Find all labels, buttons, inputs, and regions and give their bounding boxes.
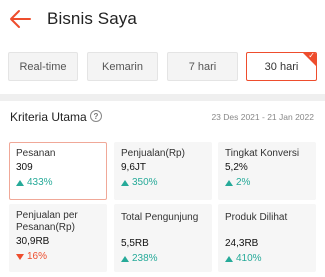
metric-value: 309 <box>16 162 33 173</box>
metric-label: Total Pengunjung <box>121 212 199 223</box>
metric-change: 2% <box>225 177 316 189</box>
metric-card-product-views[interactable]: Produk Dilihat 24,3RB 410% <box>218 204 316 272</box>
question-circle-icon[interactable]: ? <box>90 110 102 122</box>
filter-label: Real-time <box>19 60 67 73</box>
metric-change: 238% <box>121 253 212 265</box>
metric-card-orders[interactable]: Pesanan 309 433% <box>9 142 107 200</box>
triangle-up-icon <box>16 180 24 186</box>
triangle-up-icon <box>121 256 129 262</box>
metric-value: 5,2% <box>225 162 248 173</box>
metric-value: 24,3RB <box>225 238 259 249</box>
metric-change: 433% <box>16 177 106 189</box>
metric-change: 16% <box>16 251 107 263</box>
triangle-up-icon <box>121 180 129 186</box>
metric-card-total-visitors[interactable]: Total Pengunjung 5,5RB 238% <box>114 204 212 272</box>
metric-card-sales[interactable]: Penjualan(Rp) 9,6JT 350% <box>114 142 212 200</box>
metric-value: 9,6JT <box>121 162 147 173</box>
metric-value: 30,9RB <box>16 236 50 247</box>
filter-30days-button[interactable]: ✓ 30 hari <box>246 52 317 81</box>
metric-label: Pesanan <box>16 148 56 159</box>
triangle-up-icon <box>225 180 233 186</box>
metric-change-value: 433% <box>27 177 53 188</box>
app-header: Bisnis Saya <box>0 0 325 40</box>
check-icon: ✓ <box>308 52 315 60</box>
metric-card-sales-per-order[interactable]: Penjualan per Pesanan(Rp) 30,9RB 16% <box>9 204 107 272</box>
metric-change: 410% <box>225 253 316 265</box>
metric-change: 350% <box>121 177 212 189</box>
metric-label: Penjualan per Pesanan(Rp) <box>16 210 78 233</box>
metric-value: 5,5RB <box>121 238 149 249</box>
metric-label: Penjualan(Rp) <box>121 148 185 159</box>
metric-change-value: 410% <box>236 253 262 264</box>
filter-realtime-button[interactable]: Real-time <box>8 52 78 81</box>
filter-label: Kemarin <box>102 60 143 73</box>
filter-label: 7 hari <box>188 60 217 73</box>
filter-7days-button[interactable]: 7 hari <box>167 52 238 81</box>
page-title: Bisnis Saya <box>47 9 137 28</box>
triangle-up-icon <box>225 256 233 262</box>
metric-label: Produk Dilihat <box>225 212 288 223</box>
metric-change-value: 350% <box>132 177 158 188</box>
section-title: Kriteria Utama <box>10 110 87 124</box>
metric-change-value: 2% <box>236 177 251 188</box>
metric-change-value: 238% <box>132 253 158 264</box>
metric-label: Tingkat Konversi <box>225 148 300 159</box>
metric-card-conversion-rate[interactable]: Tingkat Konversi 5,2% 2% <box>218 142 316 200</box>
triangle-down-icon <box>16 254 24 260</box>
metric-change-value: 16% <box>27 251 48 262</box>
key-criteria-section: Kriteria Utama ? 23 Des 2021 - 21 Jan 20… <box>0 101 325 277</box>
period-filter-bar: Real-time Kemarin 7 hari ✓ 30 hari <box>0 40 325 94</box>
filter-label: 30 hari <box>264 60 299 73</box>
back-arrow-icon[interactable] <box>8 8 32 30</box>
date-range: 23 Des 2021 - 21 Jan 2022 <box>211 112 314 122</box>
filter-yesterday-button[interactable]: Kemarin <box>87 52 158 81</box>
